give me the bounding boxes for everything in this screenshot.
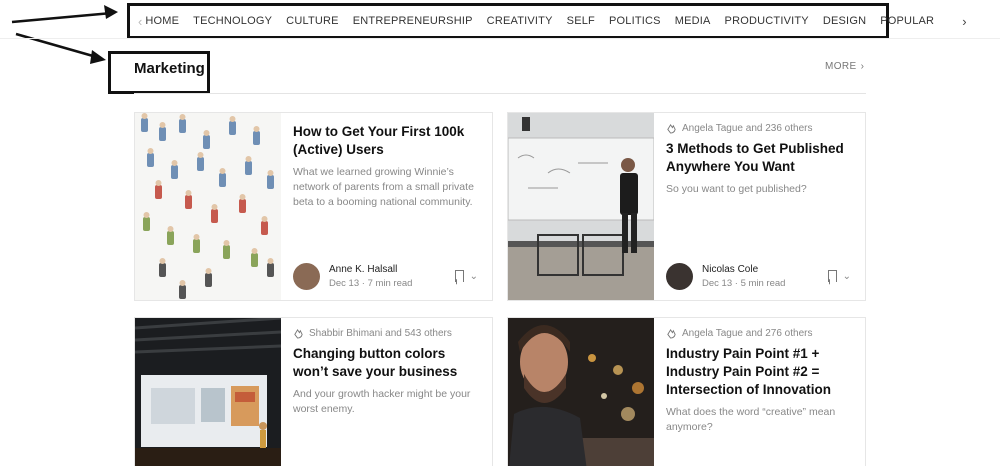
top-divider xyxy=(0,38,1000,39)
nav-item-media[interactable]: MEDIA xyxy=(675,15,711,27)
article-subtitle[interactable]: So you want to get published? xyxy=(666,182,853,197)
article-date: Dec 13 xyxy=(329,278,360,289)
article-thumbnail[interactable] xyxy=(135,113,281,300)
article-meta: Dec 13 · 7 min read xyxy=(329,278,413,289)
social-proof: Angela Tague and 276 others xyxy=(666,328,853,339)
article-card[interactable]: Angela Tague and 276 others Industry Pai… xyxy=(507,317,866,466)
nav-item-home[interactable]: HOME xyxy=(145,15,179,27)
nav-item-popular[interactable]: POPULAR xyxy=(880,15,934,27)
article-title[interactable]: Changing button colors won’t save your b… xyxy=(293,345,480,381)
nav-item-entrepreneurship[interactable]: ENTREPRENEURSHIP xyxy=(353,15,473,27)
section-title: Marketing xyxy=(134,60,205,77)
article-body: Angela Tague and 276 others Industry Pai… xyxy=(654,318,865,466)
nav-item-productivity[interactable]: PRODUCTIVITY xyxy=(725,15,809,27)
author-avatar[interactable] xyxy=(666,263,693,290)
section-divider xyxy=(134,93,866,94)
article-title[interactable]: How to Get Your First 100k (Active) User… xyxy=(293,123,480,159)
article-card[interactable]: How to Get Your First 100k (Active) User… xyxy=(134,112,493,301)
article-actions: ⌄ xyxy=(454,270,478,282)
article-body: Angela Tague and 236 others 3 Methods to… xyxy=(654,113,865,300)
article-body: How to Get Your First 100k (Active) User… xyxy=(281,113,492,300)
nav-item-politics[interactable]: POLITICS xyxy=(609,15,661,27)
clap-icon xyxy=(294,328,303,339)
clap-icon xyxy=(667,328,676,339)
article-thumbnail[interactable] xyxy=(508,318,654,466)
article-meta: Dec 13 · 5 min read xyxy=(702,278,786,289)
article-actions: ⌄ xyxy=(827,270,851,282)
social-proof-text[interactable]: Angela Tague and 276 others xyxy=(682,328,812,339)
presentation-photo xyxy=(508,113,654,300)
author-name[interactable]: Nicolas Cole xyxy=(702,264,785,275)
article-subtitle[interactable]: What we learned growing Winnie’s network… xyxy=(293,165,480,210)
chevron-down-icon[interactable]: ⌄ xyxy=(843,271,851,282)
article-subtitle[interactable]: What does the word “creative” mean anymo… xyxy=(666,405,853,435)
article-card[interactable]: Shabbir Bhimani and 543 others Changing … xyxy=(134,317,493,466)
article-date: Dec 13 xyxy=(702,278,733,289)
social-proof: Shabbir Bhimani and 543 others xyxy=(293,328,480,339)
nav-item-culture[interactable]: CULTURE xyxy=(286,15,339,27)
author-block: Nicolas Cole Dec 13 · 5 min read xyxy=(666,263,785,290)
topic-navigation-bar: ‹ HOME TECHNOLOGY CULTURE ENTREPRENEURSH… xyxy=(127,3,967,39)
social-proof-text[interactable]: Shabbir Bhimani and 543 others xyxy=(309,328,452,339)
stage-presentation-photo xyxy=(135,318,281,466)
nav-item-technology[interactable]: TECHNOLOGY xyxy=(193,15,272,27)
social-proof-text[interactable]: Angela Tague and 236 others xyxy=(682,123,812,134)
article-title[interactable]: Industry Pain Point #1 + Industry Pain P… xyxy=(666,345,853,399)
author-block: Anne K. Halsall Dec 13 · 7 min read xyxy=(293,263,412,290)
bookmark-icon[interactable] xyxy=(454,270,464,282)
nav-item-creativity[interactable]: CREATIVITY xyxy=(487,15,553,27)
read-time: 5 min read xyxy=(740,278,786,289)
bookmark-icon[interactable] xyxy=(827,270,837,282)
nav-item-design[interactable]: DESIGN xyxy=(823,15,866,27)
chevron-down-icon[interactable]: ⌄ xyxy=(470,271,478,282)
social-proof: Angela Tague and 236 others xyxy=(666,123,853,134)
article-card[interactable]: Angela Tague and 236 others 3 Methods to… xyxy=(507,112,866,301)
nav-item-self[interactable]: SELF xyxy=(567,15,595,27)
chevron-right-icon: › xyxy=(860,61,865,72)
author-name[interactable]: Anne K. Halsall xyxy=(329,264,412,275)
people-crowd-illustration xyxy=(141,113,274,299)
article-thumbnail[interactable] xyxy=(135,318,281,466)
more-link[interactable]: MORE › xyxy=(825,61,864,72)
read-time: 7 min read xyxy=(367,278,413,289)
clap-icon xyxy=(667,123,676,134)
article-body: Shabbir Bhimani and 543 others Changing … xyxy=(281,318,492,466)
more-label[interactable]: MORE xyxy=(825,61,857,72)
chevron-right-icon[interactable]: › xyxy=(962,14,966,29)
article-title[interactable]: 3 Methods to Get Published Anywhere You … xyxy=(666,140,853,176)
topic-nav-items: HOME TECHNOLOGY CULTURE ENTREPRENEURSHIP… xyxy=(142,15,948,27)
article-subtitle[interactable]: And your growth hacker might be your wor… xyxy=(293,387,480,417)
portrait-night-photo xyxy=(508,318,654,466)
author-avatar[interactable] xyxy=(293,263,320,290)
article-thumbnail[interactable] xyxy=(508,113,654,300)
